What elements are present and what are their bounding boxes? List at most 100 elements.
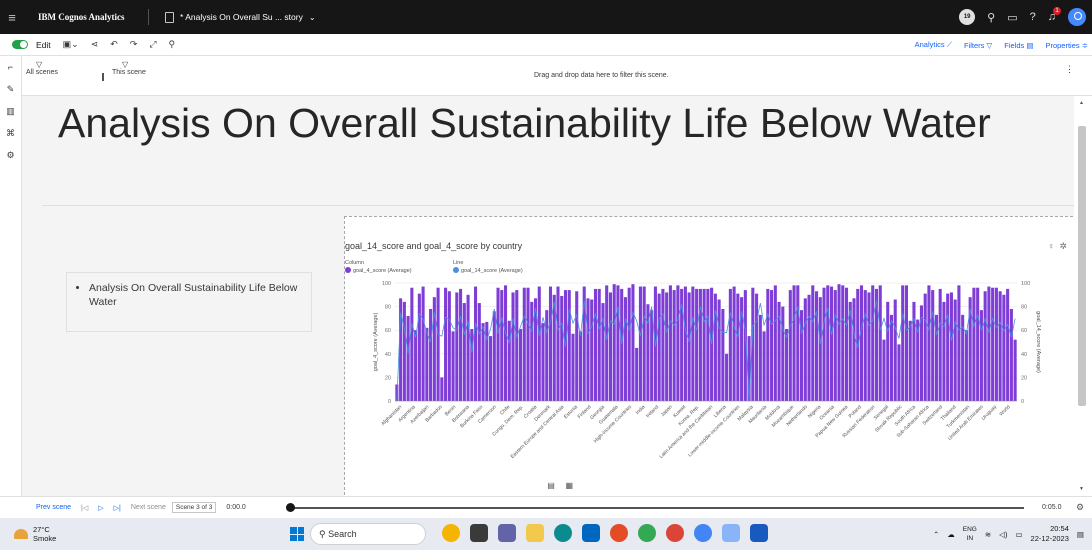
- bar: [833, 290, 837, 401]
- this-scene-filter[interactable]: ▽ This scene: [112, 60, 146, 76]
- store-icon[interactable]: [582, 524, 600, 542]
- word-icon[interactable]: [750, 524, 768, 542]
- bar: [556, 286, 560, 401]
- widgets-icon[interactable]: ⚙: [0, 144, 21, 166]
- bar: [897, 344, 901, 401]
- filters-tab[interactable]: Filters ▽: [964, 41, 992, 50]
- volume-icon[interactable]: ◁): [999, 530, 1007, 539]
- bar: [758, 314, 762, 401]
- grid-view-icon[interactable]: ▦: [561, 481, 577, 490]
- chart-widget[interactable]: goal_14_score and goal_4_score by countr…: [344, 216, 1074, 496]
- bar: [717, 299, 721, 401]
- notifications-badge[interactable]: 19: [959, 9, 976, 25]
- expand-icon[interactable]: ⤢: [149, 39, 156, 50]
- scroll-down-icon[interactable]: ▼: [1079, 486, 1084, 492]
- canvas-scrollbar[interactable]: ▲ ▼: [1074, 96, 1092, 496]
- bar: [526, 287, 530, 401]
- chrome-profile-icon[interactable]: [666, 524, 684, 542]
- settings-icon[interactable]: ⚙: [1076, 502, 1084, 513]
- wifi-icon[interactable]: ≋: [985, 530, 991, 539]
- cloud-icon[interactable]: ☁: [947, 530, 955, 539]
- navigation-icon[interactable]: ⌐: [0, 56, 21, 78]
- teams-icon[interactable]: [498, 524, 516, 542]
- bar: [811, 285, 815, 401]
- chrome-alt-icon[interactable]: [694, 524, 712, 542]
- file-explorer-icon[interactable]: [526, 524, 544, 542]
- search-icon[interactable]: ⚲: [987, 11, 995, 24]
- divider: [102, 73, 104, 81]
- title-widget[interactable]: Analysis On Overall Sustainability Life …: [42, 96, 1074, 206]
- office-icon[interactable]: [610, 524, 628, 542]
- table-view-icon[interactable]: ▤: [543, 481, 559, 490]
- edit-toggle[interactable]: [12, 40, 28, 49]
- help-icon[interactable]: ?: [1030, 11, 1036, 23]
- text-widget[interactable]: Analysis On Overall Sustainability Life …: [66, 272, 312, 332]
- bar: [503, 285, 508, 401]
- bar: [976, 287, 980, 401]
- redo-icon[interactable]: ↷: [130, 39, 138, 50]
- skip-back-icon[interactable]: |◁: [81, 504, 88, 512]
- scroll-up-icon[interactable]: ▲: [1079, 100, 1084, 106]
- weather-icon: [14, 529, 28, 539]
- timeline-track[interactable]: [286, 503, 1024, 512]
- fields-tab[interactable]: Fields ▤: [1004, 41, 1033, 50]
- avatar[interactable]: [1068, 8, 1086, 26]
- scene-position: Scene 3 of 3: [171, 502, 217, 513]
- analytics-tab[interactable]: Analytics ⟋: [915, 40, 952, 50]
- share-icon[interactable]: ⋖: [91, 39, 99, 50]
- bar: [474, 286, 478, 401]
- focus-icon[interactable]: ✲: [1059, 241, 1067, 251]
- bar: [927, 285, 931, 401]
- notification-center-icon[interactable]: ▤: [1077, 530, 1084, 539]
- bar: [444, 287, 448, 401]
- taskbar-search[interactable]: ⚲ Search: [310, 523, 426, 545]
- menu-icon[interactable]: ≡: [0, 10, 24, 25]
- pin-icon[interactable]: ⚲: [169, 39, 176, 50]
- x-tick-label: Japan: [660, 404, 674, 418]
- filter-icon: ▽: [122, 60, 129, 69]
- x-tick-label: World: [998, 404, 1012, 418]
- next-scene-button[interactable]: Next scene: [131, 504, 166, 511]
- insight-icon[interactable]: ♀: [1048, 241, 1055, 251]
- bell-icon[interactable]: ♫ 1: [1048, 7, 1061, 23]
- prev-scene-button[interactable]: Prev scene: [36, 504, 71, 511]
- chevron-up-icon[interactable]: ⌃: [933, 530, 939, 539]
- visualizations-icon[interactable]: ▥: [0, 100, 21, 122]
- bar: [837, 284, 841, 401]
- pin-tool-icon[interactable]: ✎: [0, 78, 21, 100]
- undo-icon[interactable]: ↶: [110, 39, 118, 50]
- bar: [571, 333, 575, 401]
- y2-tick-label: 40: [1021, 352, 1027, 358]
- drop-zone-hint[interactable]: Drag and drop data here to filter this s…: [534, 72, 669, 79]
- scroll-thumb[interactable]: [1078, 126, 1086, 406]
- bar: [901, 285, 905, 401]
- edge-icon[interactable]: [554, 524, 572, 542]
- language-indicator[interactable]: ENG IN: [963, 525, 977, 543]
- battery-icon[interactable]: ▭: [1015, 530, 1022, 539]
- save-icon[interactable]: ▣⌄: [63, 39, 79, 50]
- task-view-icon[interactable]: [470, 524, 488, 542]
- legend-line-series: goal_14_score (Average): [461, 268, 523, 274]
- chevron-down-icon[interactable]: ⌄: [309, 13, 316, 22]
- y-tick-label: 60: [385, 328, 391, 334]
- y-axis-label: goal_4_score (Average): [373, 313, 379, 372]
- play-icon[interactable]: ▷: [98, 504, 103, 512]
- windows-start-icon[interactable]: [290, 527, 304, 541]
- overflow-menu-icon[interactable]: ⋮: [1065, 64, 1074, 75]
- chat-icon[interactable]: ▭: [1007, 11, 1017, 24]
- shapes-icon[interactable]: ⌘: [0, 122, 21, 144]
- bar: [1002, 294, 1006, 401]
- bar: [908, 320, 912, 401]
- timeline-handle[interactable]: [286, 503, 295, 512]
- network-app-icon[interactable]: [722, 524, 740, 542]
- skip-forward-icon[interactable]: ▷|: [114, 504, 121, 512]
- y2-tick-label: 60: [1021, 328, 1027, 334]
- bar: [957, 285, 961, 401]
- clock[interactable]: 20:54 22-12-2023: [1031, 524, 1069, 544]
- document-tab[interactable]: * Analysis On Overall Su ... story ⌄: [165, 11, 316, 23]
- chrome-icon[interactable]: [638, 524, 656, 542]
- properties-tab[interactable]: Properties ≑: [1045, 41, 1088, 50]
- weather-widget[interactable]: 27°C Smoke: [14, 525, 56, 543]
- copilot-icon[interactable]: [442, 524, 460, 542]
- all-scenes-filter[interactable]: ▽ All scenes: [26, 60, 58, 76]
